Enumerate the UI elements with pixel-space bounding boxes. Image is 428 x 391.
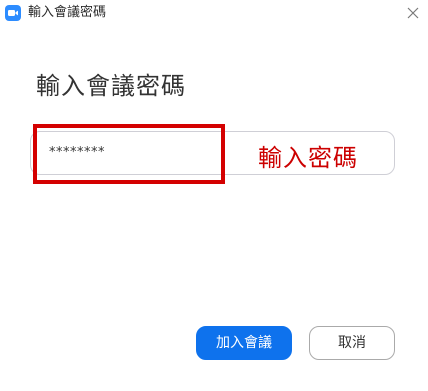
- page-title: 輸入會議密碼: [36, 72, 186, 100]
- dialog-window: 輸入會議密碼 輸入會議密碼 ******** 輸入密碼 加入會議 取消: [0, 0, 428, 391]
- title-bar: 輸入會議密碼: [0, 0, 428, 26]
- window-title: 輸入會議密碼: [28, 5, 107, 20]
- annotation-highlight-box: [33, 124, 225, 184]
- close-icon[interactable]: [398, 0, 428, 26]
- cancel-button[interactable]: 取消: [309, 326, 395, 360]
- join-meeting-button[interactable]: 加入會議: [196, 326, 292, 360]
- zoom-camera-icon: [5, 5, 21, 21]
- annotation-label: 輸入密碼: [258, 144, 358, 172]
